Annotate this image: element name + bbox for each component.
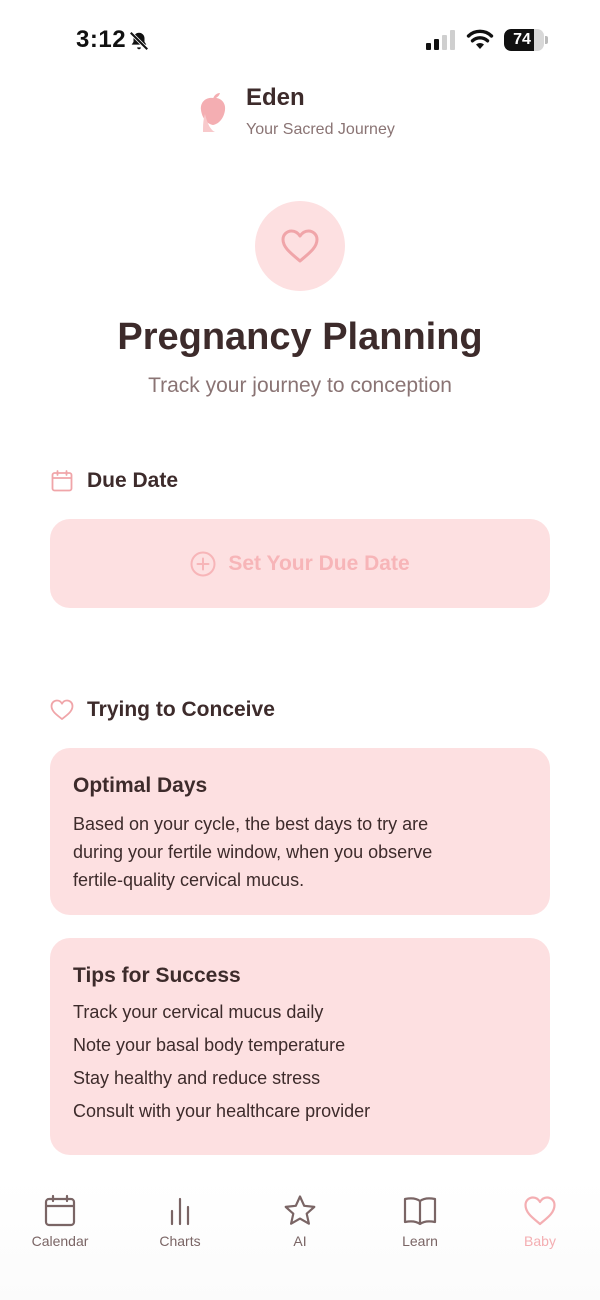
bottom-nav: Calendar Charts AI Learn Baby xyxy=(0,1180,600,1300)
optimal-days-card: Optimal Days Based on your cycle, the be… xyxy=(50,748,550,915)
ttc-section-title: Trying to Conceive xyxy=(87,698,275,721)
tip-item: Stay healthy and reduce stress xyxy=(73,1068,321,1088)
nav-label: Calendar xyxy=(31,1233,89,1249)
heart-icon xyxy=(281,229,319,263)
app-header: Eden Your Sacred Journey xyxy=(196,80,456,150)
optimal-days-title: Optimal Days xyxy=(73,774,208,797)
nav-label: Learn xyxy=(402,1233,438,1249)
tips-card: Tips for Success Track your cervical muc… xyxy=(50,938,550,1155)
tip-item: Consult with your healthcare provider xyxy=(73,1101,371,1121)
plus-circle-icon xyxy=(190,551,216,576)
page-subtitle: Track your journey to conception xyxy=(148,374,452,397)
cellular-signal-icon xyxy=(426,30,455,50)
star-icon xyxy=(284,1195,316,1225)
heart-outline-icon xyxy=(50,699,74,720)
heart-icon xyxy=(524,1196,556,1226)
book-icon xyxy=(403,1197,437,1226)
tip-item: Track your cervical mucus daily xyxy=(73,1002,324,1022)
optimal-days-line: fertile-quality cervical mucus. xyxy=(73,870,305,890)
set-due-date-label: Set Your Due Date xyxy=(228,551,410,575)
battery-percent: 74 xyxy=(513,31,531,48)
nav-learn[interactable]: Learn xyxy=(360,1194,480,1254)
tip-item: Note your basal body temperature xyxy=(73,1035,346,1055)
app-name: Eden xyxy=(246,84,305,111)
calendar-icon xyxy=(51,470,73,492)
bar-chart-icon xyxy=(170,1197,190,1226)
battery-indicator: 74 xyxy=(504,29,548,51)
tips-list: Track your cervical mucus daily Note you… xyxy=(73,996,527,1128)
nav-label: AI xyxy=(293,1233,307,1249)
page-title: Pregnancy Planning xyxy=(117,316,483,358)
set-due-date-button[interactable]: Set Your Due Date xyxy=(50,519,550,608)
wifi-icon xyxy=(466,29,494,49)
hero-heart-badge xyxy=(255,201,345,291)
nav-baby[interactable]: Baby xyxy=(480,1194,600,1254)
nav-label: Charts xyxy=(159,1233,201,1249)
status-bar: 3:12 74 xyxy=(0,0,600,80)
ttc-section-header: Trying to Conceive xyxy=(50,695,275,725)
optimal-days-line: Based on your cycle, the best days to tr… xyxy=(73,814,429,834)
status-time: 3:12 xyxy=(76,26,127,53)
calendar-icon xyxy=(44,1194,76,1227)
app-tagline: Your Sacred Journey xyxy=(246,121,395,138)
nav-charts[interactable]: Charts xyxy=(120,1194,240,1254)
tips-title: Tips for Success xyxy=(73,964,241,987)
nav-label: Baby xyxy=(524,1233,556,1249)
due-date-section-header: Due Date xyxy=(50,466,178,496)
eden-logo-icon xyxy=(200,93,226,132)
optimal-days-line: during your fertile window, when you obs… xyxy=(73,842,433,862)
due-date-section-title: Due Date xyxy=(87,469,179,492)
nav-calendar[interactable]: Calendar xyxy=(0,1194,120,1254)
nav-ai[interactable]: AI xyxy=(240,1194,360,1254)
bell-off-icon xyxy=(129,31,149,51)
